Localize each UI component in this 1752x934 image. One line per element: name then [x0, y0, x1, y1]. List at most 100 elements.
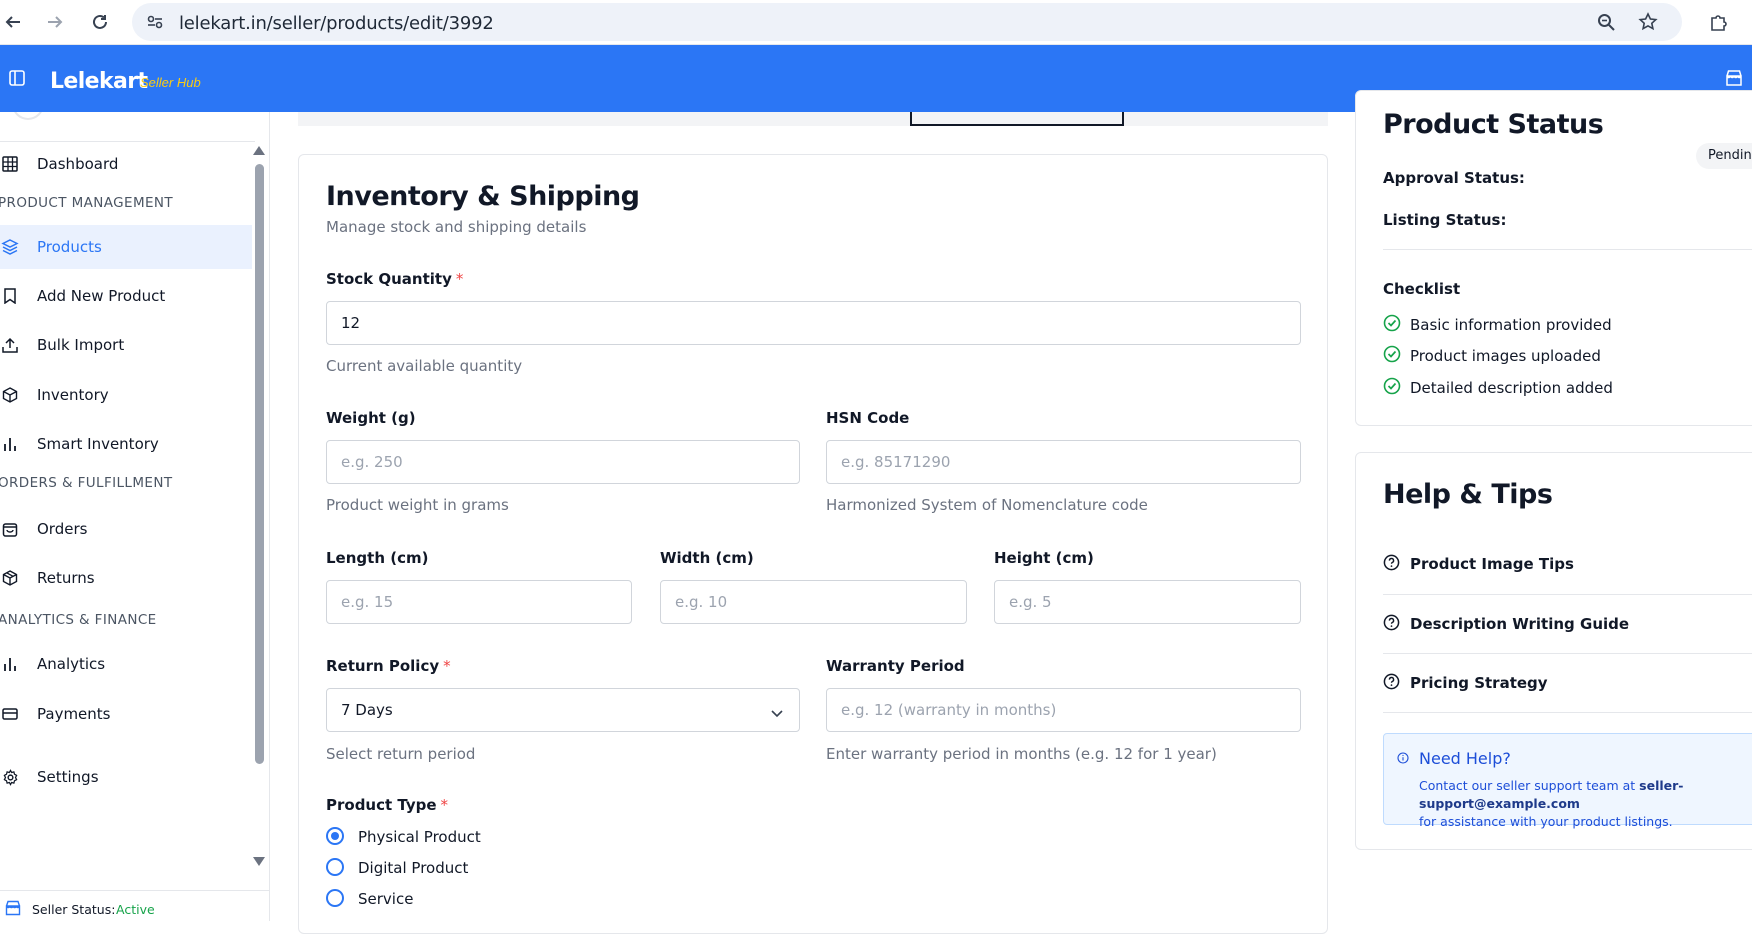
- hsn-code-input[interactable]: [826, 440, 1301, 484]
- length-input[interactable]: [326, 580, 632, 624]
- puzzle-icon: [1711, 15, 1727, 31]
- browser-toolbar: lelekart.in/seller/products/edit/3992: [0, 0, 1752, 45]
- url-text: lelekart.in/seller/products/edit/3992: [179, 13, 494, 34]
- section-orders-fulfillment: ORDERS & FULFILLMENT: [0, 475, 173, 491]
- arrow-left-icon: [5, 16, 20, 28]
- product-status-card: Product Status Approval Status: Pending …: [1355, 90, 1752, 426]
- divider: [1383, 712, 1752, 713]
- previous-card-button[interactable]: [910, 112, 1124, 126]
- listing-status-label: Listing Status:: [1383, 211, 1507, 229]
- sidebar-scrollbar[interactable]: [255, 164, 264, 764]
- weight-label: Weight (g): [326, 409, 416, 427]
- product-status-title: Product Status: [1383, 109, 1604, 140]
- section-analytics-finance: ANALYTICS & FINANCE: [0, 612, 157, 628]
- reload-button[interactable]: [87, 9, 113, 35]
- zoom-icon[interactable]: [1595, 11, 1617, 33]
- width-label: Width (cm): [660, 549, 754, 567]
- help-item-pricing-strategy[interactable]: Pricing Strategy: [1383, 673, 1752, 695]
- section-product-management: PRODUCT MANAGEMENT: [0, 195, 174, 211]
- need-help-box: Need Help? Contact our seller support te…: [1383, 733, 1752, 829]
- check-circle-icon: [1383, 314, 1401, 337]
- help-tips-card: Help & Tips Product Image Tips Descripti…: [1355, 452, 1752, 850]
- sidebar-item-products[interactable]: Products: [0, 225, 252, 269]
- radio-label-physical-product[interactable]: Physical Product: [358, 828, 481, 846]
- scroll-down-arrow[interactable]: [253, 857, 265, 866]
- sidebar-item-inventory[interactable]: Inventory: [0, 373, 252, 417]
- sidebar-item-dashboard[interactable]: Dashboard: [0, 142, 252, 186]
- box-icon: [0, 385, 20, 405]
- checklist-item: Basic information provided: [1383, 314, 1612, 337]
- chevron-down-icon: [771, 704, 783, 722]
- credit-card-icon: [0, 704, 20, 724]
- checklist-item: Detailed description added: [1383, 377, 1613, 400]
- bookmark-star-icon[interactable]: [1637, 11, 1659, 33]
- seller-status: Seller Status: Active: [0, 890, 269, 921]
- radio-label-service[interactable]: Service: [358, 890, 413, 908]
- help-circle-icon: [1383, 554, 1400, 575]
- forward-button[interactable]: [42, 9, 68, 35]
- width-input[interactable]: [660, 580, 967, 624]
- store-icon[interactable]: [1725, 69, 1743, 92]
- brand-logo[interactable]: Lelekart: [50, 69, 148, 94]
- address-bar[interactable]: lelekart.in/seller/products/edit/3992: [132, 3, 1682, 41]
- upload-icon: [0, 335, 20, 355]
- return-policy-label: Return Policy *: [326, 657, 451, 675]
- reload-icon: [93, 14, 107, 29]
- check-circle-icon: [1383, 377, 1401, 400]
- height-input[interactable]: [994, 580, 1301, 624]
- sidebar-toggle-icon[interactable]: [9, 70, 25, 91]
- return-policy-select[interactable]: 7 Days: [326, 688, 800, 732]
- warranty-period-input[interactable]: [826, 688, 1301, 732]
- length-label: Length (cm): [326, 549, 429, 567]
- weight-input[interactable]: [326, 440, 800, 484]
- check-circle-icon: [1383, 345, 1401, 368]
- return-policy-help: Select return period: [326, 745, 476, 763]
- bookmark-icon: [0, 286, 20, 306]
- radio-service[interactable]: [326, 889, 344, 907]
- divider: [1383, 653, 1752, 654]
- help-circle-icon: [1383, 673, 1400, 694]
- radio-label-digital-product[interactable]: Digital Product: [358, 859, 468, 877]
- radio-digital-product[interactable]: [326, 858, 344, 876]
- sidebar-item-settings[interactable]: Settings: [0, 755, 252, 799]
- sidebar-item-bulk-import[interactable]: Bulk Import: [0, 323, 252, 367]
- sidebar-item-add-new-product[interactable]: Add New Product: [0, 274, 252, 318]
- sidebar-item-returns[interactable]: Returns: [0, 556, 252, 600]
- store-icon: [5, 900, 21, 919]
- grid-icon: [0, 154, 20, 174]
- arrow-right-icon: [48, 16, 63, 28]
- shopping-bag-icon: [0, 519, 20, 539]
- package-icon: [0, 568, 20, 588]
- hsn-code-help: Harmonized System of Nomenclature code: [826, 496, 1148, 514]
- previous-card-bottom: [298, 112, 1328, 126]
- sidebar-item-orders[interactable]: Orders: [0, 507, 252, 551]
- seller-status-value: Active: [116, 902, 155, 917]
- divider: [1383, 594, 1752, 595]
- radio-physical-product[interactable]: [326, 827, 344, 845]
- help-item-description-guide[interactable]: Description Writing Guide: [1383, 614, 1752, 636]
- stock-quantity-input[interactable]: [326, 301, 1301, 345]
- warranty-period-help: Enter warranty period in months (e.g. 12…: [826, 745, 1217, 763]
- checklist-item: Product images uploaded: [1383, 345, 1601, 368]
- need-help-text: Contact our seller support team at selle…: [1419, 778, 1684, 829]
- sidebar-item-analytics[interactable]: Analytics: [0, 642, 252, 686]
- back-button[interactable]: [0, 9, 26, 35]
- sidebar-item-payments[interactable]: Payments: [0, 692, 252, 736]
- divider: [1383, 249, 1752, 250]
- layers-icon: [0, 237, 20, 257]
- warranty-period-label: Warranty Period: [826, 657, 965, 675]
- bar-chart-icon: [0, 654, 20, 674]
- sidebar-item-smart-inventory[interactable]: Smart Inventory: [0, 422, 252, 466]
- product-type-label: Product Type *: [326, 796, 449, 814]
- need-help-title: Need Help?: [1419, 749, 1511, 768]
- sidebar: Dashboard PRODUCT MANAGEMENT Products Ad…: [0, 112, 270, 921]
- inventory-shipping-card: Inventory & Shipping Manage stock and sh…: [298, 154, 1328, 934]
- bar-chart-icon: [0, 434, 20, 454]
- return-policy-value: 7 Days: [341, 701, 393, 719]
- extensions-button[interactable]: [1706, 9, 1732, 35]
- stock-quantity-label: Stock Quantity *: [326, 270, 464, 288]
- help-item-image-tips[interactable]: Product Image Tips: [1383, 554, 1752, 576]
- help-circle-icon: [1383, 614, 1400, 635]
- site-info-icon[interactable]: [144, 11, 166, 33]
- scroll-up-arrow[interactable]: [253, 146, 265, 155]
